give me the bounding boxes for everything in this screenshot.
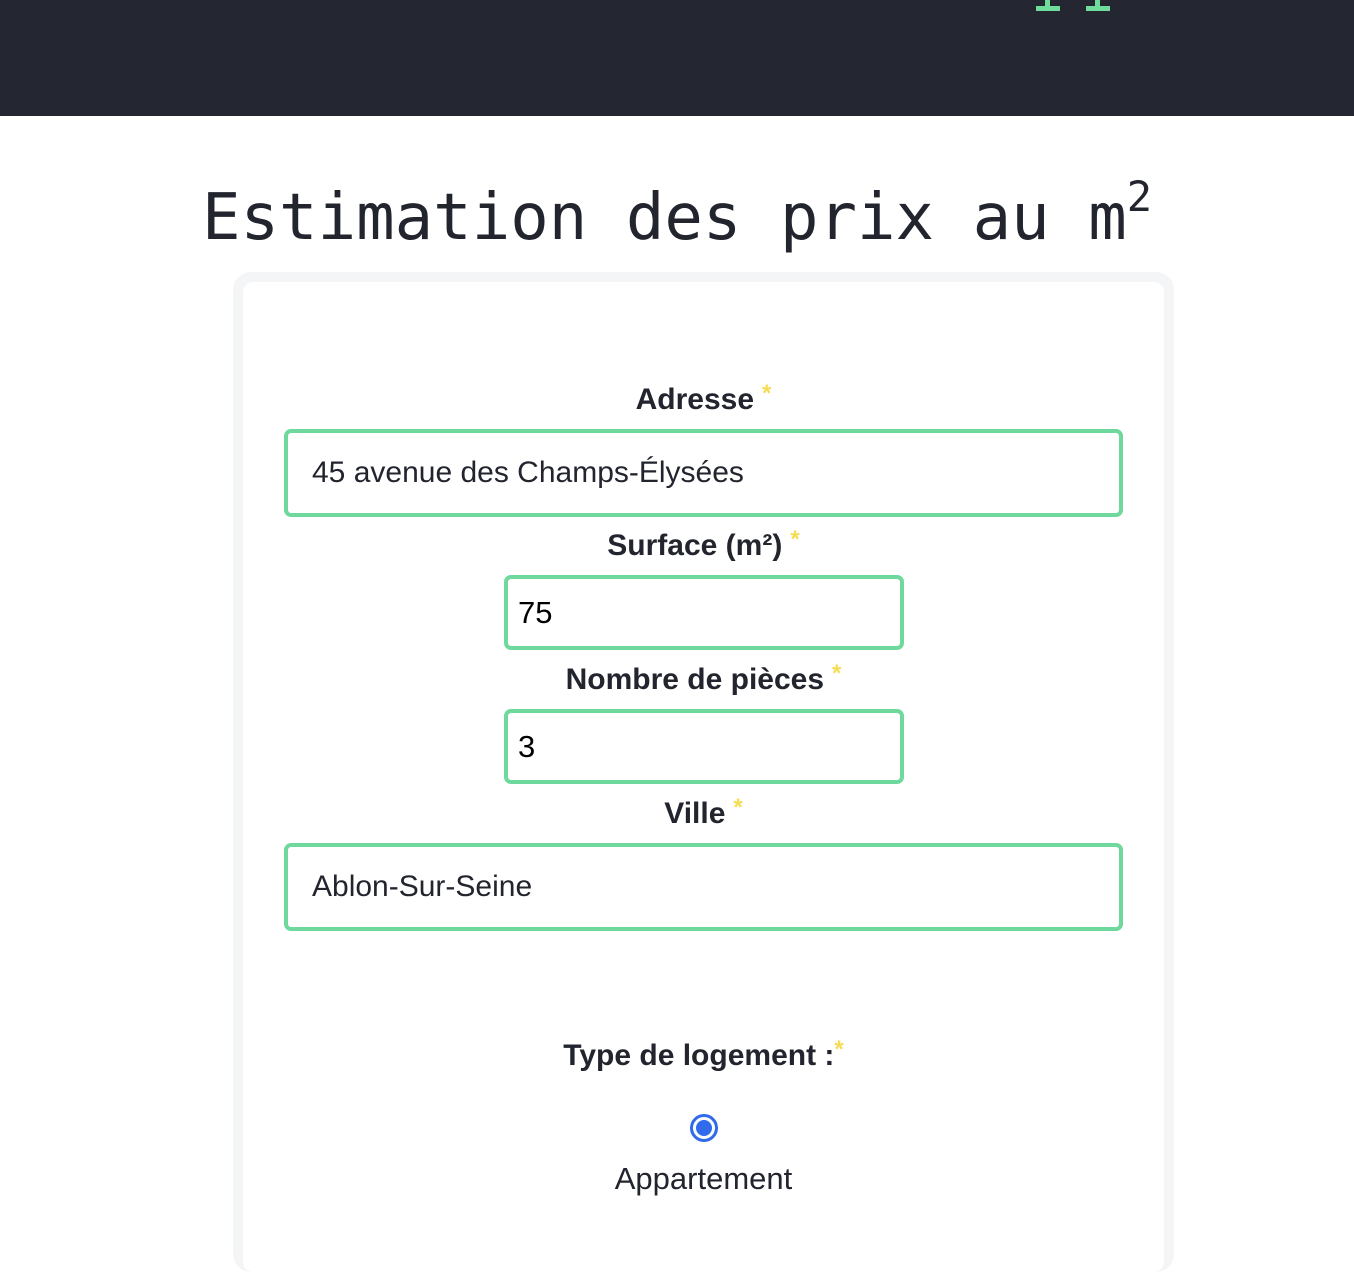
radio-appartement-label[interactable]: Appartement: [243, 1160, 1164, 1198]
required-indicator: *: [790, 526, 800, 553]
logo-glyph: [1036, 0, 1060, 11]
brand-logo-icon[interactable]: [1036, 0, 1110, 11]
page-title-text: Estimation des prix au m: [201, 181, 1127, 255]
top-navigation-bar: [0, 0, 1354, 116]
surface-label-text: Surface (m²): [607, 529, 783, 562]
rooms-label: Nombre de pièces *: [243, 656, 1164, 698]
city-label: Ville *: [243, 790, 1164, 832]
page-title-superscript: 2: [1126, 172, 1153, 221]
required-indicator: *: [762, 380, 772, 407]
housing-type-label: Type de logement :*: [243, 1032, 1164, 1074]
required-indicator: *: [733, 794, 743, 821]
address-label: Adresse *: [243, 376, 1164, 418]
logo-glyph: [1086, 0, 1110, 11]
rooms-label-text: Nombre de pièces: [565, 663, 825, 696]
surface-label: Surface (m²) *: [243, 522, 1164, 564]
surface-input[interactable]: [504, 575, 904, 650]
estimation-form-card: Adresse * Surface (m²) * Nombre de pièces *…: [233, 272, 1174, 1272]
city-input[interactable]: [284, 843, 1123, 931]
radio-appartement[interactable]: [690, 1114, 718, 1142]
housing-type-label-text: Type de logement :: [563, 1039, 835, 1072]
address-label-text: Adresse: [635, 383, 755, 416]
radio-selected-dot: [696, 1120, 712, 1136]
estimation-form: Adresse * Surface (m²) * Nombre de pièces *…: [243, 282, 1164, 1272]
city-label-text: Ville: [664, 797, 726, 830]
required-indicator: *: [832, 660, 842, 687]
required-indicator: *: [834, 1036, 844, 1063]
page-title: Estimation des prix au m2: [0, 176, 1354, 260]
rooms-input[interactable]: [504, 709, 904, 784]
address-input[interactable]: [284, 429, 1123, 517]
